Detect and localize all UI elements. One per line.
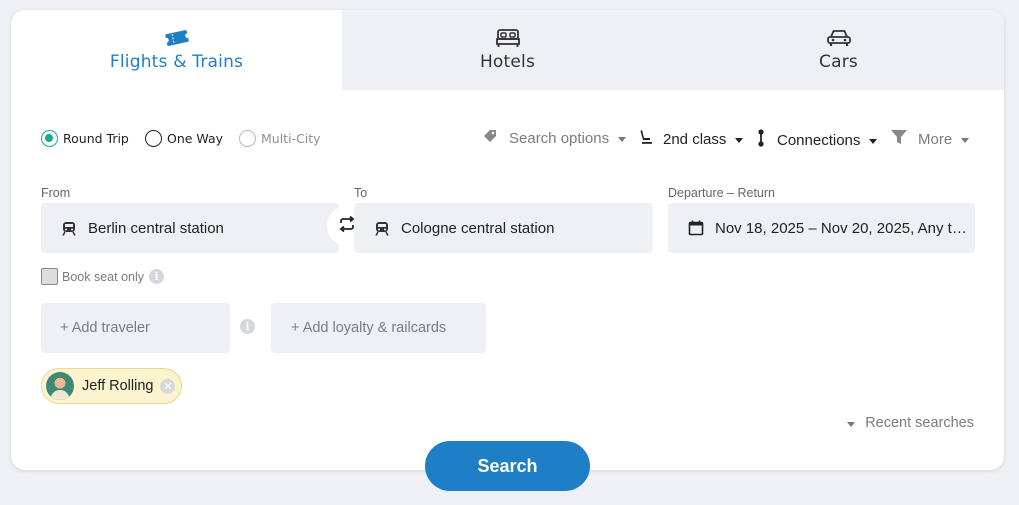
train-icon: [373, 219, 391, 237]
info-icon[interactable]: i: [149, 269, 164, 284]
search-button[interactable]: Search: [425, 441, 590, 491]
connections-dropdown[interactable]: Connections: [757, 129, 878, 151]
remove-traveler-icon[interactable]: ✕: [160, 378, 176, 394]
chevron-down-icon: [735, 137, 744, 143]
to-field[interactable]: Cologne central station: [354, 203, 653, 253]
search-card: Flights & Trains Hotels Cars Round Trip …: [11, 10, 1004, 470]
radio-label: Round Trip: [63, 131, 129, 146]
bed-icon: [495, 28, 520, 48]
tab-label: Flights & Trains: [109, 52, 244, 72]
radio-label: Multi-City: [261, 131, 321, 146]
radio-circle: [41, 130, 58, 147]
book-seat-only-label: Book seat only: [62, 270, 144, 284]
search-button-label: Search: [477, 455, 538, 476]
recent-searches-toggle[interactable]: Recent searches: [847, 415, 974, 431]
tab-bar: Flights & Trains Hotels Cars: [11, 10, 1004, 90]
tab-flights-trains[interactable]: Flights & Trains: [11, 10, 342, 90]
from-value: Berlin central station: [88, 219, 224, 237]
recent-searches-label: Recent searches: [865, 415, 974, 431]
chevron-down-icon: [869, 138, 878, 144]
search-options-dropdown[interactable]: Search options: [483, 129, 627, 148]
dates-value: Nov 18, 2025 – Nov 20, 2025, Any t…: [715, 219, 967, 237]
tab-hotels[interactable]: Hotels: [342, 10, 673, 90]
dates-field[interactable]: Nov 18, 2025 – Nov 20, 2025, Any t…: [668, 203, 975, 253]
radio-multi-city[interactable]: Multi-City: [239, 130, 321, 147]
to-label: To: [354, 186, 368, 200]
add-loyalty-label: + Add loyalty & railcards: [291, 320, 447, 336]
from-field[interactable]: Berlin central station: [41, 203, 339, 253]
tab-label: Cars: [819, 52, 858, 72]
radio-round-trip[interactable]: Round Trip: [41, 130, 129, 147]
tag-icon: [483, 129, 498, 148]
class-label: 2nd class: [663, 130, 727, 148]
traveler-name: Jeff Rolling: [82, 378, 154, 394]
chevron-down-icon: [618, 137, 627, 142]
tab-label: Hotels: [479, 52, 536, 72]
add-traveler-label: + Add traveler: [60, 320, 150, 336]
calendar-icon: [687, 219, 705, 237]
tab-cars[interactable]: Cars: [673, 10, 1004, 90]
from-label: From: [41, 186, 71, 200]
more-dropdown[interactable]: More: [891, 129, 970, 149]
connections-label: Connections: [777, 131, 861, 149]
radio-one-way[interactable]: One Way: [145, 130, 223, 147]
filter-icon: [891, 129, 907, 149]
class-dropdown[interactable]: 2nd class: [639, 129, 744, 149]
add-traveler-button[interactable]: + Add traveler: [41, 303, 230, 353]
radio-circle: [145, 130, 162, 147]
ticket-icon: [163, 28, 190, 48]
chevron-down-icon: [961, 137, 970, 143]
avatar: [46, 372, 74, 400]
connections-icon: [757, 129, 765, 151]
chevron-down-icon: [847, 421, 856, 427]
seat-icon: [639, 129, 653, 149]
search-options-label: Search options: [509, 130, 610, 147]
radio-label: One Way: [167, 131, 224, 146]
more-label: More: [918, 130, 953, 148]
traveler-chip[interactable]: Jeff Rolling ✕: [41, 368, 182, 404]
to-value: Cologne central station: [401, 219, 555, 237]
add-loyalty-button[interactable]: + Add loyalty & railcards: [271, 303, 486, 353]
radio-circle: [239, 130, 256, 147]
train-icon: [60, 219, 78, 237]
book-seat-only-checkbox[interactable]: [41, 268, 58, 285]
car-icon: [826, 28, 852, 48]
dates-label: Departure – Return: [668, 186, 776, 200]
info-icon[interactable]: i: [240, 319, 255, 334]
